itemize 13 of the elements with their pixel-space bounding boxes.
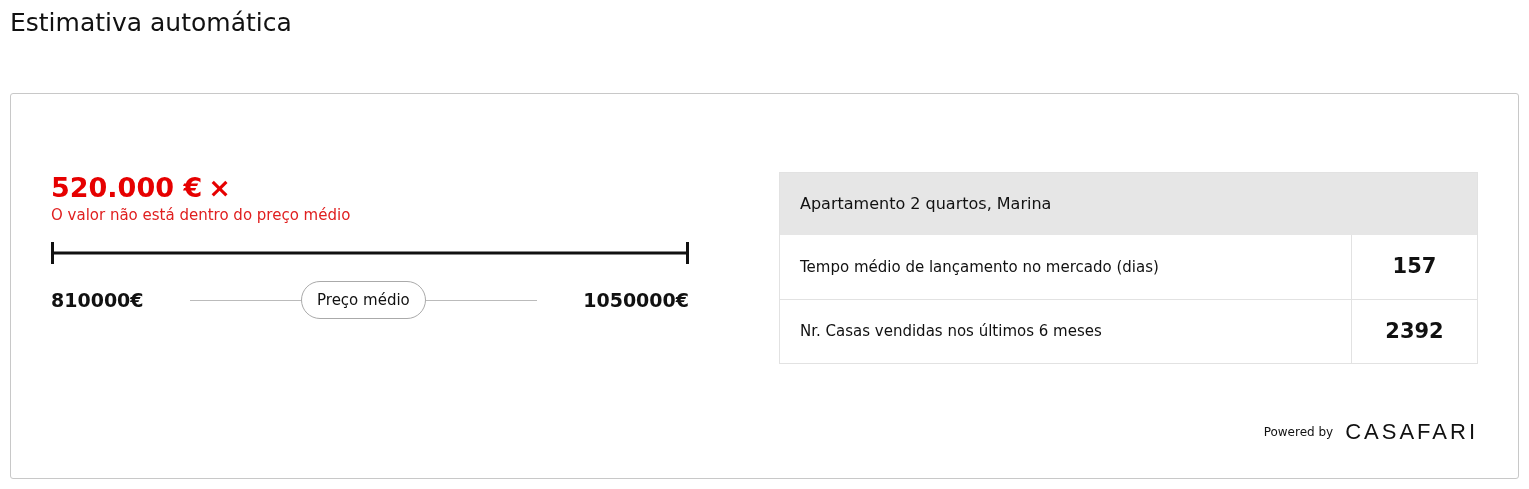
status-icon: × bbox=[208, 172, 231, 204]
range-max: 1050000€ bbox=[583, 287, 689, 313]
powered-by-label: Powered by bbox=[1263, 423, 1334, 441]
range-message: O valor não está dentro do preço médio bbox=[51, 205, 351, 226]
table-header: Apartamento 2 quartos, Marina bbox=[800, 193, 1052, 215]
page-title: Estimativa automática bbox=[10, 7, 292, 39]
table-cell-text: Nr. Casas vendidas nos últimos 6 meses bbox=[800, 321, 1102, 343]
brand-logo: CASAFARI bbox=[1345, 418, 1478, 446]
table-cell-text: Tempo médio de lançamento no mercado (dias) bbox=[800, 256, 1159, 278]
table-cell-text: 2392 bbox=[1385, 317, 1444, 345]
table-cell-text: 157 bbox=[1392, 253, 1437, 281]
estimate-price: 520.000 € bbox=[51, 172, 203, 204]
range-min: 810000€ bbox=[51, 287, 144, 313]
